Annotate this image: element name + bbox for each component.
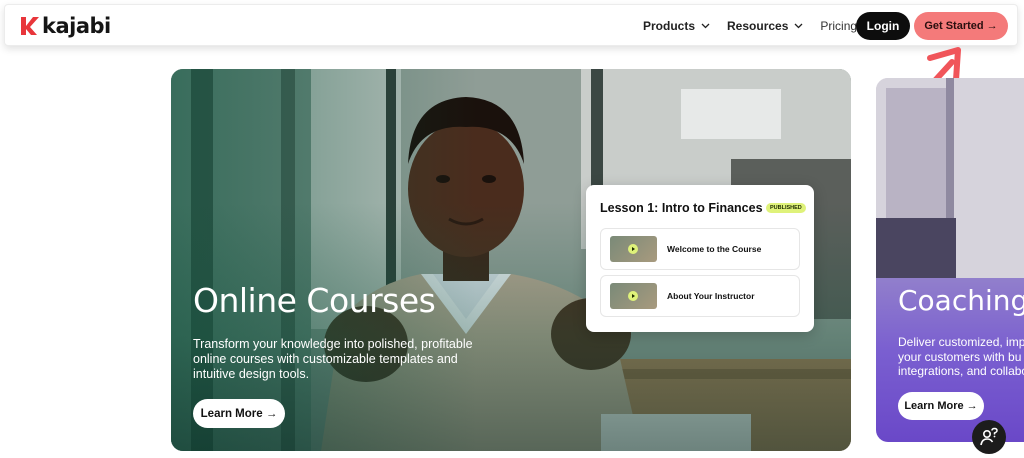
nav-item-label: Resources [727, 19, 789, 33]
lesson-item-label: About Your Instructor [667, 291, 755, 301]
lesson-item[interactable]: About Your Instructor [600, 275, 800, 317]
hero-description-line: intuitive design tools. [193, 367, 310, 381]
help-button[interactable] [972, 420, 1006, 454]
coaching-description-line: integrations, and collabo [898, 364, 1024, 378]
coaching-learn-more-button[interactable]: Learn More → [898, 392, 984, 420]
nav-item-resources[interactable]: Resources [727, 19, 803, 33]
coaching-title: Coaching [898, 284, 1024, 317]
login-button[interactable]: Login [856, 12, 910, 40]
nav-item-label: Products [643, 19, 696, 33]
lesson-panel: Lesson 1: Intro to Finances PUBLISHED We… [586, 185, 814, 332]
logo-wordmark: kajabi [42, 14, 111, 38]
coaching-description-line: your customers with bu [898, 349, 1022, 364]
lesson-item-label: Welcome to the Course [667, 244, 762, 254]
play-icon [628, 291, 638, 301]
coaching-description: Deliver customized, imp your customers w… [898, 335, 1024, 379]
get-started-button[interactable]: Get Started → [914, 12, 1008, 40]
hero-description-line: online courses with customizable templat… [193, 352, 458, 366]
kajabi-logo[interactable]: kajabi [18, 14, 111, 38]
chevron-down-icon [701, 23, 710, 29]
chevron-down-icon [794, 23, 803, 29]
coaching-description-line: Deliver customized, imp [898, 335, 1024, 349]
lesson-thumbnail [610, 283, 657, 309]
published-badge: PUBLISHED [766, 203, 806, 213]
nav-item-label: Pricing [820, 19, 858, 33]
navbar: kajabi Products Resources Pricing Login … [4, 4, 1018, 46]
hero-title: Online Courses [193, 281, 436, 320]
nav-item-pricing[interactable]: Pricing [820, 19, 857, 33]
hero-description: Transform your knowledge into polished, … [193, 337, 503, 382]
play-icon [628, 244, 638, 254]
help-person-icon [980, 427, 998, 446]
kajabi-logo-icon [21, 17, 39, 35]
lesson-thumbnail [610, 236, 657, 262]
coaching-photo [876, 78, 1024, 278]
hero-description-line: Transform your knowledge into polished, … [193, 337, 473, 351]
nav-menu: Products Resources Pricing [643, 19, 857, 33]
coaching-card: Coaching Deliver customized, imp your cu… [876, 78, 1024, 442]
learn-more-button[interactable]: Learn More → [193, 399, 285, 428]
lesson-title: Lesson 1: Intro to Finances [600, 201, 763, 215]
lesson-item[interactable]: Welcome to the Course [600, 228, 800, 270]
nav-item-products[interactable]: Products [643, 19, 710, 33]
